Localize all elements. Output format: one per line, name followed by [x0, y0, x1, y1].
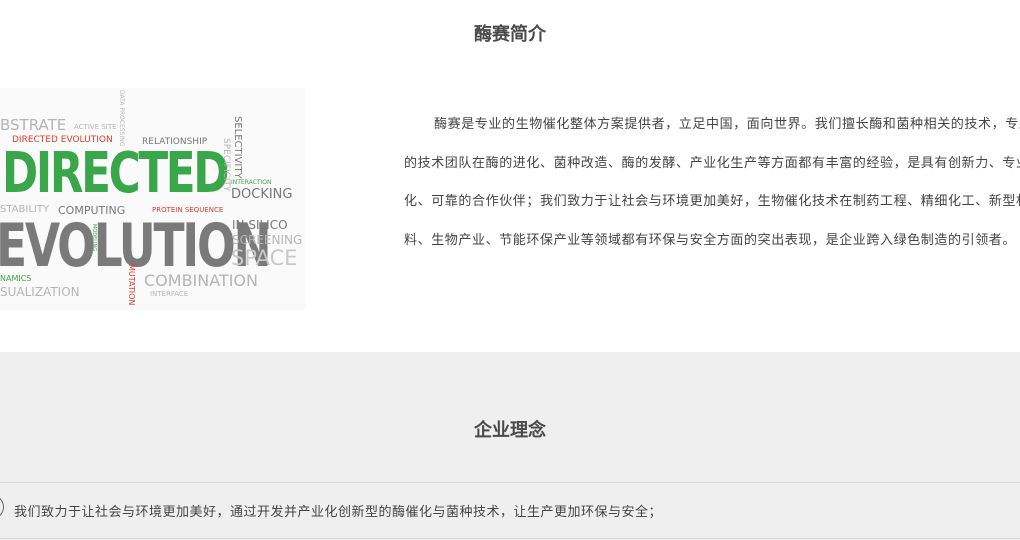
- word-combination: COMBINATION: [144, 271, 258, 290]
- word-interaction: INTERACTION: [231, 179, 272, 186]
- word-directed: DIRECTED: [2, 141, 230, 206]
- philosophy-title: 企业理念: [474, 420, 546, 441]
- divider: [0, 482, 1020, 483]
- word-docking: DOCKING: [231, 187, 293, 202]
- word-dynamics: NAMICS: [0, 274, 32, 283]
- word-active-site: ACTIVE SITE: [74, 123, 117, 131]
- word-in-silico: IN SILICO: [232, 218, 288, 232]
- intro-title: 酶赛简介: [474, 24, 546, 45]
- word-selectivity: SELECTIVITY: [232, 116, 243, 179]
- company-philosophy-section: 企业理念 我们致力于让社会与环境更加美好，通过开发并产业化创新型的酶催化与菌种技…: [0, 352, 1020, 540]
- word-visualization: SUALIZATION: [0, 285, 80, 299]
- divider: [0, 538, 1020, 539]
- word-mutation: MUTATION: [127, 264, 136, 306]
- word-data-processing: DATA PROCESSING: [118, 90, 125, 147]
- circle-bullet-icon: [0, 495, 4, 519]
- word-interface: INTERFACE: [150, 290, 189, 298]
- intro-paragraph: 酶赛是专业的生物催化整体方案提供者，立足中国，面向世界。我们擅长酶和菌种相关的技…: [404, 117, 1020, 248]
- word-substrate: BSTRATE: [0, 116, 67, 134]
- word-specificity: SPECIFICITY: [221, 138, 231, 192]
- philosophy-item-text: 我们致力于让社会与环境更加美好，通过开发并产业化创新型的酶催化与菌种技术，让生产…: [14, 505, 663, 520]
- philosophy-item: 我们致力于让社会与环境更加美好，通过开发并产业化创新型的酶催化与菌种技术，让生产…: [0, 492, 1020, 528]
- word-space: SPACE: [231, 246, 298, 270]
- word-screening: SCREENING: [232, 233, 303, 247]
- company-intro-section: 酶赛简介 DATA PROCESSING BSTRATE ACTIVE SITE…: [0, 0, 1020, 352]
- directed-evolution-word-cloud-image: DATA PROCESSING BSTRATE ACTIVE SITE RELA…: [0, 88, 306, 310]
- word-modeling: MODELING: [91, 224, 97, 252]
- intro-text-block: 酶赛是专业的生物催化整体方案提供者，立足中国，面向世界。我们擅长酶和菌种相关的技…: [404, 106, 1020, 260]
